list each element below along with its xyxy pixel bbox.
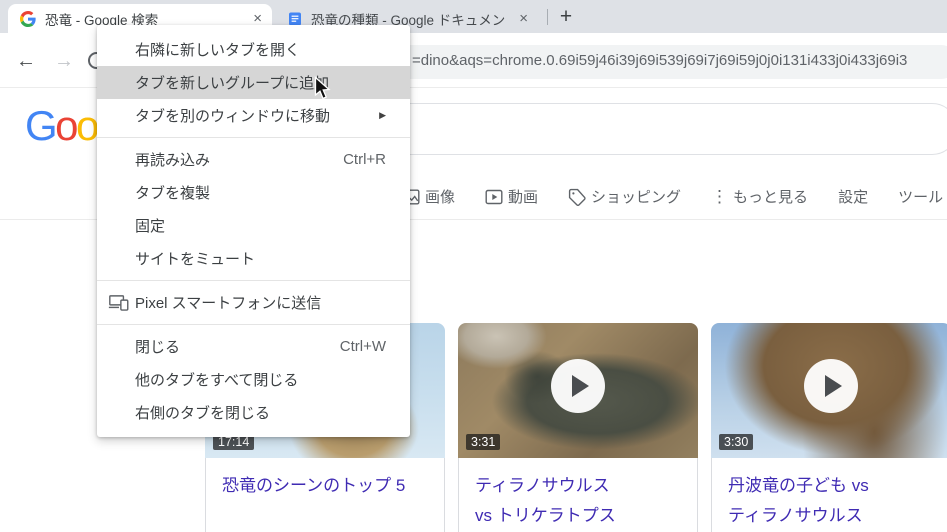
nav-settings[interactable]: 設定 — [838, 186, 868, 207]
nav-label: 動画 — [508, 186, 538, 207]
nav-label: ショッピング — [591, 186, 681, 207]
browser-window: 恐竜 - Google 検索 × 恐竜の種類 - Google ドキュメン × … — [0, 0, 947, 532]
video-card-body: 恐竜のシーンのトップ 5 — [205, 458, 445, 532]
nav-label: もっと見る — [733, 186, 808, 207]
nav-label: 画像 — [425, 186, 455, 207]
tab-close-icon[interactable]: × — [253, 11, 262, 26]
video-card-body: 丹波竜の子ども vs ティラノサウルス — [711, 458, 947, 532]
mouse-cursor — [314, 76, 332, 106]
more-vert-icon: ⋮ — [711, 188, 728, 205]
google-g-icon — [20, 11, 36, 27]
nav-label: 設定 — [838, 186, 868, 207]
nav-label: ツール — [898, 186, 943, 207]
back-icon[interactable]: ← — [14, 49, 38, 73]
play-icon — [551, 359, 605, 413]
devices-icon — [108, 294, 129, 315]
menu-separator — [97, 280, 410, 281]
nav-more[interactable]: ⋮ もっと見る — [711, 186, 808, 207]
tab-close-icon[interactable]: × — [519, 11, 528, 26]
tag-icon — [568, 188, 586, 206]
menu-item-close[interactable]: 閉じる Ctrl+W — [97, 330, 410, 363]
play-icon — [804, 359, 858, 413]
video-title[interactable]: 恐竜のシーンのトップ 5 — [222, 471, 428, 501]
submenu-arrow-icon: ▶ — [379, 110, 386, 121]
video-duration: 3:31 — [466, 434, 500, 450]
menu-item-add-to-group[interactable]: タブを新しいグループに追加 — [97, 66, 410, 99]
nav-videos[interactable]: 動画 — [485, 186, 538, 207]
menu-item-send-to-pixel[interactable]: Pixel スマートフォンに送信 — [97, 286, 410, 319]
menu-item-move-to-window[interactable]: タブを別のウィンドウに移動 ▶ — [97, 99, 410, 132]
forward-icon[interactable]: → — [52, 49, 76, 73]
nav-tools[interactable]: ツール — [898, 186, 943, 207]
nav-shopping[interactable]: ショッピング — [568, 186, 681, 207]
video-thumbnail[interactable]: 3:31 — [458, 323, 698, 458]
video-thumbnail[interactable]: 3:30 — [711, 323, 947, 458]
video-title[interactable]: 丹波竜の子ども vs — [728, 471, 934, 501]
tab-separator — [547, 9, 548, 25]
video-card-body: ティラノサウルス vs トリケラトプス — [458, 458, 698, 532]
menu-item-duplicate[interactable]: タブを複製 — [97, 176, 410, 209]
menu-separator — [97, 137, 410, 138]
menu-separator — [97, 324, 410, 325]
video-title[interactable]: ティラノサウルス — [475, 471, 681, 501]
menu-item-pin[interactable]: 固定 — [97, 209, 410, 242]
video-icon — [485, 188, 503, 206]
video-title-line2[interactable]: ティラノサウルス — [728, 501, 934, 531]
menu-item-close-right[interactable]: 右側のタブを閉じる — [97, 396, 410, 429]
video-title-line2[interactable]: vs トリケラトプス — [475, 501, 681, 531]
menu-item-mute-site[interactable]: サイトをミュート — [97, 242, 410, 275]
result-nav: 画像 動画 ショッピング ⋮ もっと見る 設定 — [402, 186, 943, 207]
shortcut-label: Ctrl+R — [343, 151, 386, 168]
video-card: 3:30 丹波竜の子ども vs ティラノサウルス — [711, 323, 947, 532]
google-docs-icon — [288, 12, 302, 26]
new-tab-button[interactable]: + — [552, 3, 580, 31]
menu-item-reload[interactable]: 再読み込み Ctrl+R — [97, 143, 410, 176]
tab-context-menu: 右隣に新しいタブを開く タブを新しいグループに追加 タブを別のウィンドウに移動 … — [97, 25, 410, 437]
video-card: 3:31 ティラノサウルス vs トリケラトプス — [458, 323, 698, 532]
shortcut-label: Ctrl+W — [340, 338, 386, 355]
url-text: =dino&aqs=chrome.0.69i59j46i39j69i539j69… — [412, 52, 907, 69]
menu-item-new-tab-right[interactable]: 右隣に新しいタブを開く — [97, 33, 410, 66]
video-duration: 3:30 — [719, 434, 753, 450]
menu-item-close-others[interactable]: 他のタブをすべて閉じる — [97, 363, 410, 396]
